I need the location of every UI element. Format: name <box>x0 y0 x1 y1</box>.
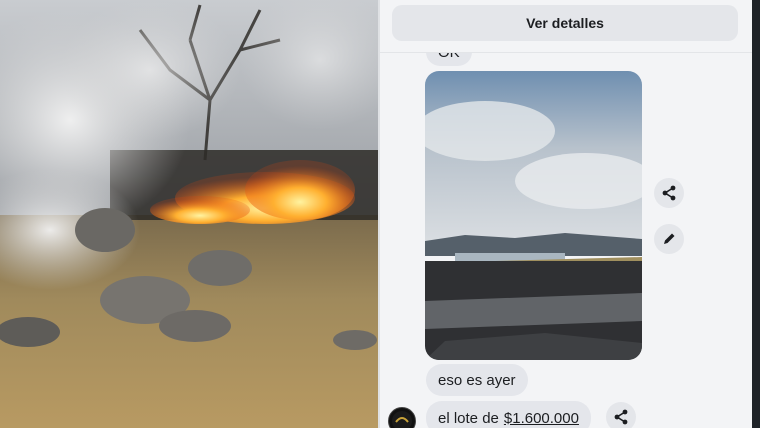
grass-fire-photo <box>0 0 378 428</box>
chat-panel: OK <box>380 0 752 428</box>
message-bubble-lote: el lote de $1.600.000 <box>426 401 591 428</box>
share-icon <box>662 185 676 201</box>
edit-button[interactable] <box>654 224 684 254</box>
details-button[interactable]: Ver detalles <box>392 5 738 41</box>
share-icon <box>614 409 628 425</box>
share-button[interactable] <box>606 402 636 428</box>
message-bubble-ayer: eso es ayer <box>426 364 528 396</box>
message-text: eso es ayer <box>438 371 516 389</box>
message-image[interactable] <box>425 71 642 360</box>
pencil-icon <box>664 233 675 244</box>
message-text: el lote de <box>438 409 499 427</box>
chat-header: Ver detalles <box>380 0 752 53</box>
price-link[interactable]: $1.600.000 <box>504 410 579 427</box>
screen-edge <box>752 0 760 428</box>
share-button[interactable] <box>654 178 684 208</box>
avatar[interactable] <box>388 407 416 428</box>
